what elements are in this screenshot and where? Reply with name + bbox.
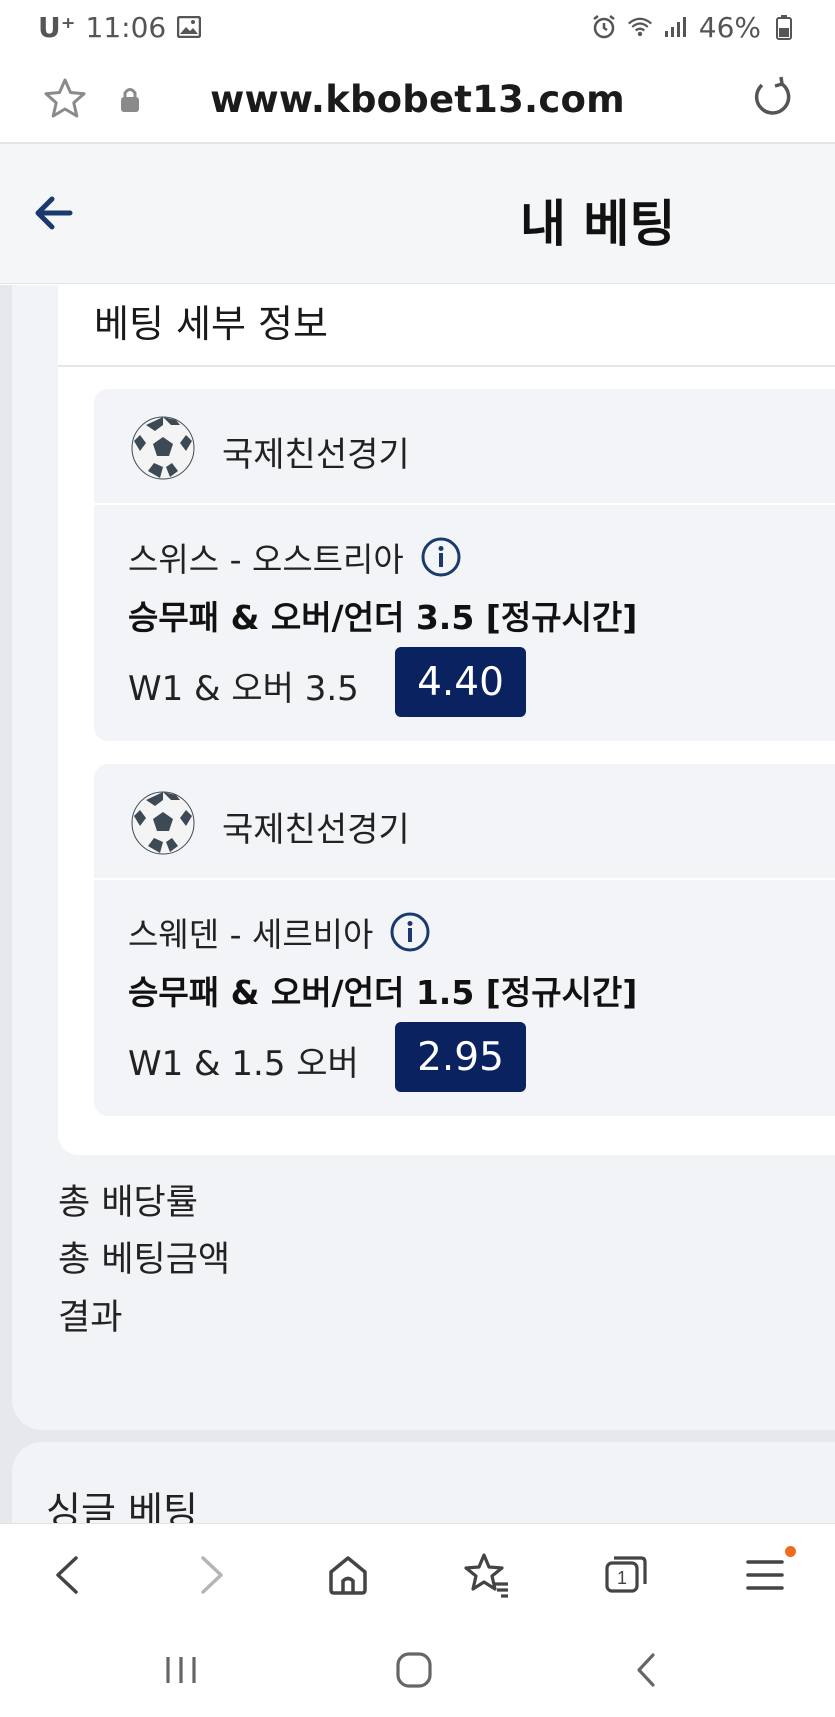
match-row: 스위스 - 오스트리아 [128,533,462,581]
notification-dot [785,1546,796,1557]
signal-icon [663,14,689,40]
bet-item-header: 국제친선경기 [94,764,835,880]
wifi-icon [627,14,653,40]
page-title: 내 베팅 [520,195,676,253]
reload-icon[interactable] [747,74,795,122]
info-icon[interactable] [420,536,462,578]
bet-details-card: 베팅 세부 정보 국제친선경기 스위스 - 오스트리아 승무패 & 오버/언더 … [58,285,835,1155]
back-arrow-icon[interactable] [30,190,76,236]
info-icon[interactable] [389,911,431,953]
forward-icon[interactable] [185,1550,235,1600]
selection-name: W1 & 오버 3.5 [128,669,359,709]
total-stake-label: 총 베팅금액 [58,1240,231,1280]
system-back-icon[interactable] [622,1645,672,1695]
bet-item: 국제친선경기 스위스 - 오스트리아 승무패 & 오버/언더 3.5 [정규시간… [94,389,835,741]
recent-apps-icon[interactable] [156,1645,206,1695]
home-icon[interactable] [323,1550,373,1600]
page-header: 내 베팅 [0,144,835,284]
odds-badge: 2.95 [395,1022,526,1092]
status-bar: U⁺ 11:06 46% [0,0,835,54]
bet-details-title: 베팅 세부 정보 [94,302,328,346]
alarm-icon [591,14,617,40]
bet-content: 베팅 세부 정보 국제친선경기 스위스 - 오스트리아 승무패 & 오버/언더 … [0,285,835,1523]
system-navigation-bar [0,1623,835,1717]
single-bet-title: 싱글 베팅 [46,1489,198,1523]
clock: 11:06 [85,10,167,44]
league-name: 국제친선경기 [222,435,410,475]
match-name: 스웨덴 - 세르비아 [128,915,374,954]
status-right: 46% [591,11,797,44]
bet-item-header: 국제친선경기 [94,389,835,505]
bet-ticket: 베팅 세부 정보 국제친선경기 스위스 - 오스트리아 승무패 & 오버/언더 … [12,285,835,1430]
url-text[interactable]: www.kbobet13.com [0,78,835,121]
menu-icon[interactable] [740,1546,796,1600]
bet-item: 국제친선경기 스웨덴 - 세르비아 승무패 & 오버/언더 1.5 [정규시간]… [94,764,835,1116]
selection-name: W1 & 1.5 오버 [128,1044,359,1084]
tabs-count: 1 [617,1568,627,1588]
soccer-ball-icon [130,790,196,856]
market-name: 승무패 & 오버/언더 3.5 [정규시간] [128,598,638,637]
result-label: 결과 [58,1298,123,1338]
battery-icon [771,14,797,40]
total-odds-label: 총 배당률 [58,1183,198,1223]
league-name: 국제친선경기 [222,810,410,850]
back-icon[interactable] [44,1550,94,1600]
browser-url-bar: www.kbobet13.com [0,54,835,144]
image-icon [176,14,202,40]
tabs-icon[interactable]: 1 [601,1550,651,1600]
bookmarks-icon[interactable] [462,1550,512,1600]
market-name: 승무패 & 오버/언더 1.5 [정규시간] [128,973,638,1012]
carrier-label: U⁺ [38,10,76,44]
match-name: 스위스 - 오스트리아 [128,540,404,579]
single-bet-card[interactable]: 싱글 베팅 [12,1442,835,1523]
home-button-icon[interactable] [389,1645,439,1695]
match-row: 스웨덴 - 세르비아 [128,908,431,956]
browser-toolbar: 1 [0,1523,835,1623]
battery-percent: 46% [698,10,761,44]
odds-badge: 4.40 [395,647,526,717]
status-left: U⁺ 11:06 [38,11,202,44]
divider [58,365,835,367]
soccer-ball-icon [130,415,196,481]
